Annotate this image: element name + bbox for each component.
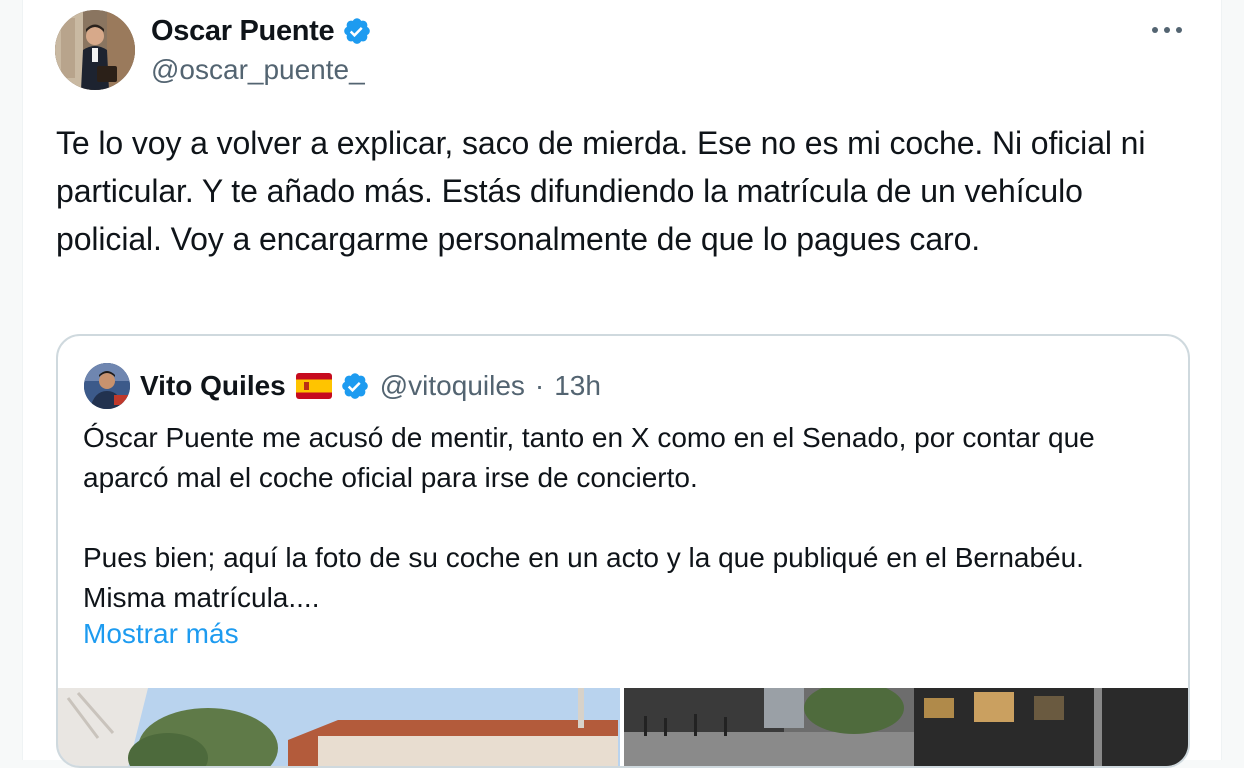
quoted-tweet-text: Óscar Puente me acusó de mentir, tanto e… (83, 418, 1163, 618)
author-display-name[interactable]: Oscar Puente (151, 15, 335, 48)
show-more-link[interactable]: Mostrar más (83, 618, 239, 650)
quoted-photo-1[interactable] (58, 688, 620, 766)
author-handle[interactable]: @oscar_puente_ (151, 54, 365, 86)
author-name-row: Oscar Puente (151, 12, 372, 50)
quoted-author-display-name: Vito Quiles (140, 370, 286, 401)
quoted-tweet-header: Vito Quiles @vitoquiles · 13h (84, 360, 601, 412)
quoted-media-grid (58, 688, 1188, 766)
more-options-icon[interactable] (1147, 18, 1187, 42)
tweet-text: Te lo voy a volver a explicar, saco de m… (56, 125, 1146, 257)
quoted-verified-badge-icon (340, 371, 370, 401)
quoted-time-separator: · (534, 370, 545, 401)
author-avatar[interactable] (55, 10, 135, 90)
tweet-card[interactable]: Oscar Puente @oscar_puente_ Te lo voy a … (22, 0, 1222, 768)
quoted-text-paragraph-2: Pues bien; aquí la foto de su coche en u… (83, 542, 1084, 613)
quoted-text-paragraph-1: Óscar Puente me acusó de mentir, tanto e… (83, 422, 1095, 493)
verified-badge-icon[interactable] (342, 16, 372, 46)
quoted-photo-2[interactable] (624, 688, 1188, 766)
quoted-timestamp: 13h (554, 370, 601, 401)
spain-flag-icon (295, 373, 332, 399)
quoted-author-avatar (84, 363, 130, 409)
quoted-author-handle: @vitoquiles (379, 370, 525, 401)
quoted-tweet[interactable]: Vito Quiles @vitoquiles · 13h Óscar Puen… (56, 334, 1190, 768)
